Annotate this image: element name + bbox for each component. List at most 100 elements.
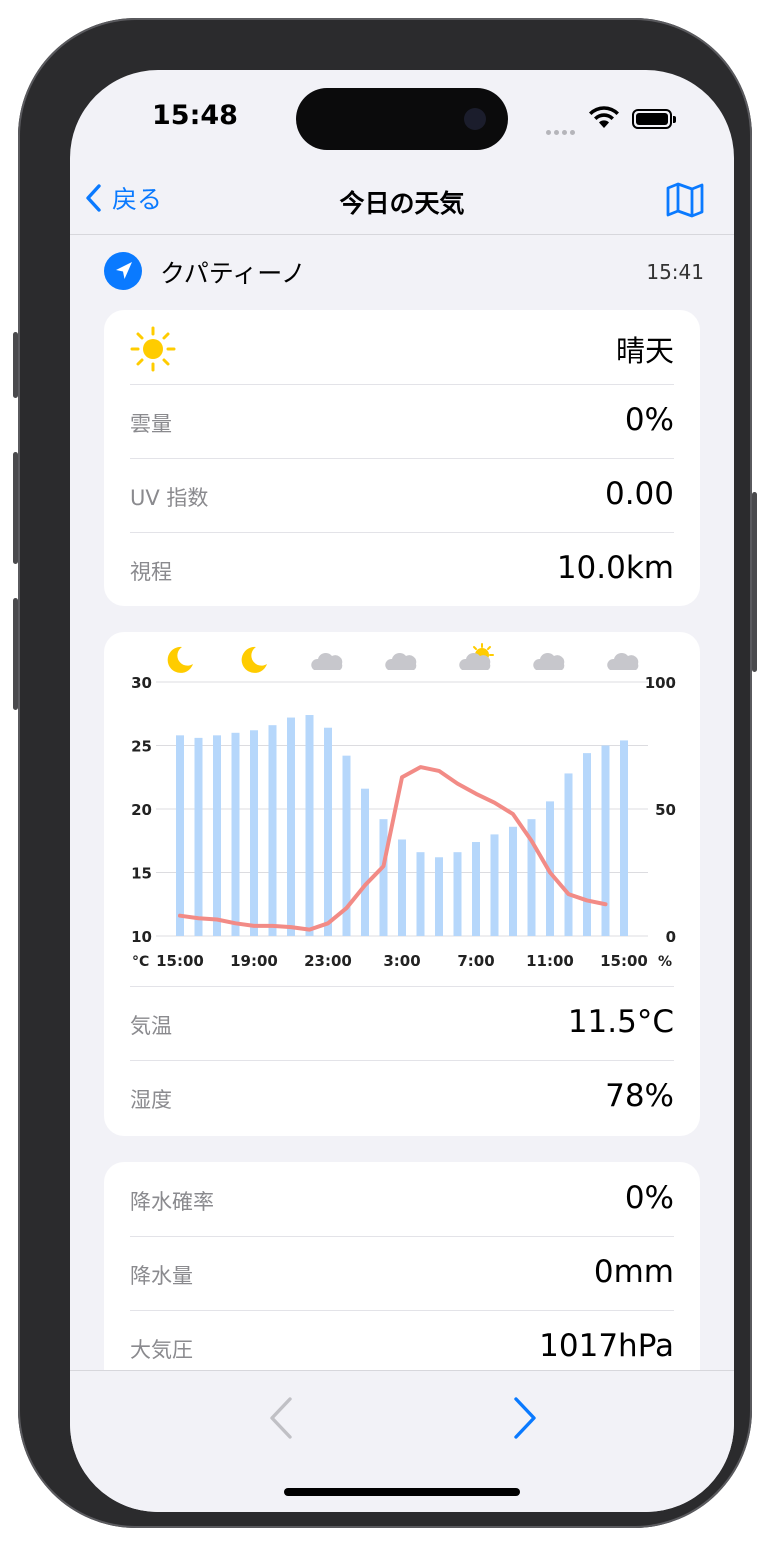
phone-frame: 15:48 戻る 今日の天気 クパティーノ 15:41 晴天 雲量 0% UV … xyxy=(13,18,757,1528)
x-tick-label: 23:00 xyxy=(304,952,352,970)
home-indicator xyxy=(284,1488,520,1496)
x-tick-label: 11:00 xyxy=(526,952,574,970)
next-day-button[interactable] xyxy=(508,1395,542,1441)
navigation-bar: 戻る 今日の天気 xyxy=(70,166,734,235)
previous-day-button[interactable] xyxy=(264,1395,298,1441)
uv-index-row: UV 指数 0.00 xyxy=(130,458,674,532)
chevron-right-icon xyxy=(514,1397,536,1439)
cloud-cover-row: 雲量 0% xyxy=(130,384,674,458)
dynamic-island xyxy=(296,88,508,150)
humidity-bar xyxy=(305,715,314,936)
row-label: 降水確率 xyxy=(130,1190,214,1214)
screen: 15:48 戻る 今日の天気 クパティーノ 15:41 晴天 雲量 0% UV … xyxy=(70,70,734,1512)
humidity-row: 湿度 78% xyxy=(130,1060,674,1134)
humidity-bar xyxy=(453,852,462,936)
row-label: 湿度 xyxy=(130,1088,172,1112)
row-label: 視程 xyxy=(130,560,172,584)
humidity-bar xyxy=(213,735,221,936)
precip-probability-row: 降水確率 0% xyxy=(130,1162,674,1236)
row-value: 0.00 xyxy=(604,476,674,512)
y-tick-left: 30 xyxy=(131,674,152,692)
sun-icon xyxy=(130,326,176,372)
humidity-bar xyxy=(472,842,480,936)
camera-icon xyxy=(464,108,486,130)
y-tick-right: 100 xyxy=(645,674,676,692)
partly-sunny-icon xyxy=(459,643,494,670)
humidity-bar xyxy=(435,857,443,936)
humidity-bar xyxy=(194,737,203,936)
moon-icon xyxy=(241,646,267,673)
humidity-bar xyxy=(176,735,184,936)
humidity-bar xyxy=(509,826,517,936)
location-row: クパティーノ 15:41 xyxy=(104,252,704,292)
x-tick-label: 15:00 xyxy=(600,952,648,970)
row-label: 雲量 xyxy=(130,412,172,436)
page-title: 今日の天気 xyxy=(339,189,465,218)
condition-label: 晴天 xyxy=(615,334,674,368)
humidity-bar xyxy=(268,725,277,936)
chevron-left-icon xyxy=(270,1397,292,1439)
cloud-icon xyxy=(311,652,343,670)
humidity-bar xyxy=(490,834,499,936)
row-value: 78% xyxy=(605,1078,674,1114)
humidity-bar xyxy=(620,740,628,936)
precipitation-card: 降水確率 0% 降水量 0mm 大気圧 1017hPa xyxy=(104,1162,700,1402)
volume-down-button xyxy=(13,598,18,710)
humidity-bar xyxy=(250,730,258,936)
x-tick-label: 7:00 xyxy=(457,952,494,970)
action-button xyxy=(13,332,18,398)
location-arrow-icon xyxy=(104,252,142,290)
humidity-bar xyxy=(416,852,425,936)
row-value: 0mm xyxy=(593,1254,674,1290)
y-tick-right: 50 xyxy=(655,801,676,819)
forecast-chart: 30 25 20 15 10 100 50 0 15:00 19:00 23:00 3:00 7:00 1… xyxy=(131,643,676,970)
humidity-bar xyxy=(361,788,369,936)
row-value: 10.0km xyxy=(556,550,674,586)
humidity-bar xyxy=(324,727,332,936)
precip-amount-row: 降水量 0mm xyxy=(130,1236,674,1310)
visibility-row: 視程 10.0km xyxy=(130,532,674,606)
humidity-bar xyxy=(287,717,295,936)
status-time: 15:48 xyxy=(152,100,238,131)
humidity-bar xyxy=(231,732,240,936)
y-tick-right: 0 xyxy=(666,928,676,946)
battery-icon xyxy=(632,109,676,129)
left-axis-unit: °C xyxy=(132,954,149,970)
y-tick-left: 20 xyxy=(131,801,152,819)
volume-up-button xyxy=(13,452,18,564)
humidity-bar xyxy=(398,839,406,936)
map-icon[interactable] xyxy=(664,180,706,220)
current-weather-card: 晴天 雲量 0% UV 指数 0.00 視程 10.0km xyxy=(104,310,700,606)
power-button xyxy=(752,492,757,672)
x-tick-label: 3:00 xyxy=(383,952,420,970)
row-label: UV 指数 xyxy=(130,486,209,510)
y-tick-left: 15 xyxy=(131,865,152,883)
row-value: 0% xyxy=(624,1180,674,1216)
row-value: 11.5°C xyxy=(567,1004,674,1040)
x-tick-label: 15:00 xyxy=(156,952,204,970)
right-axis-unit: % xyxy=(658,954,672,970)
signal-icon xyxy=(546,120,580,135)
location-name: クパティーノ xyxy=(160,259,306,288)
row-value: 1017hPa xyxy=(539,1328,674,1364)
cloud-icon xyxy=(533,652,565,670)
x-tick-label: 19:00 xyxy=(230,952,278,970)
y-tick-left: 25 xyxy=(131,738,152,756)
row-label: 降水量 xyxy=(130,1264,193,1288)
forecast-chart-card: 30 25 20 15 10 100 50 0 15:00 19:00 23:00 3:00 7:00 1… xyxy=(104,632,700,1136)
cloud-icon xyxy=(385,652,417,670)
humidity-bar xyxy=(601,745,610,936)
updated-time: 15:41 xyxy=(646,260,704,284)
wifi-icon xyxy=(589,106,619,128)
moon-icon xyxy=(167,646,193,673)
temperature-row: 気温 11.5°C xyxy=(130,986,674,1060)
humidity-bar xyxy=(564,773,573,936)
temperature-line xyxy=(178,765,608,932)
row-label: 大気圧 xyxy=(130,1338,193,1362)
y-tick-left: 10 xyxy=(131,928,152,946)
row-value: 0% xyxy=(624,402,674,438)
humidity-bar xyxy=(379,819,388,936)
humidity-bar xyxy=(583,753,591,936)
cloud-icon xyxy=(607,652,639,670)
row-label: 気温 xyxy=(130,1014,172,1038)
